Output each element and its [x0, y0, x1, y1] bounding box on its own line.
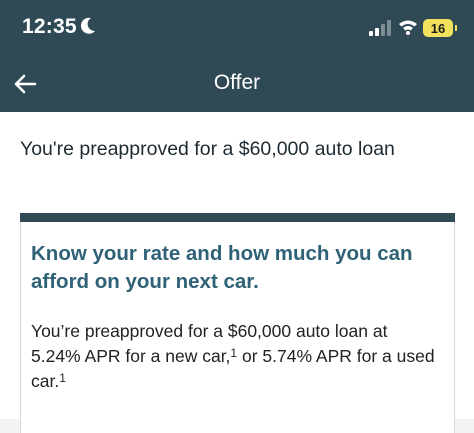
preapproved-heading: You're preapproved for a $60,000 auto lo… — [20, 138, 395, 160]
card-accent-bar — [20, 213, 455, 222]
footnote-1[interactable]: 1 — [230, 346, 237, 360]
card-headline: Know your rate and how much you can affo… — [31, 242, 413, 293]
offer-card: Know your rate and how much you can affo… — [20, 213, 455, 433]
status-bar: 12:35 16 — [0, 0, 474, 58]
footnote-2[interactable]: 1 — [59, 371, 66, 385]
battery-icon: 16 — [423, 19, 457, 37]
moon-icon — [80, 17, 96, 40]
offer-content: You're preapproved for a $60,000 auto lo… — [0, 112, 474, 433]
wifi-icon — [398, 19, 418, 40]
card-body-text: You’re preapproved for a $60,000 auto lo… — [31, 319, 441, 394]
app-header: 12:35 16 Offer — [0, 0, 474, 112]
cellular-signal-icon — [369, 20, 391, 41]
page-title: Offer — [213, 71, 261, 94]
status-time: 12:35 — [22, 15, 77, 38]
